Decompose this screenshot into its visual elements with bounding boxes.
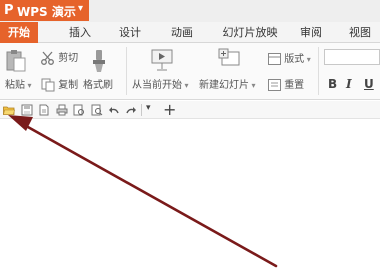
annotation-arrow: [8, 115, 278, 268]
